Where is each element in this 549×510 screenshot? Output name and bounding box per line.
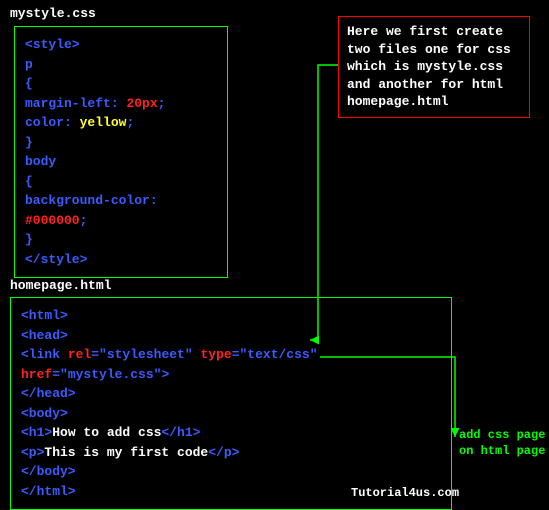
code-line: }: [25, 230, 217, 250]
code-line: margin-left: 20px;: [25, 94, 217, 114]
attr-name: type: [200, 347, 231, 362]
prop-val: #000000: [25, 213, 80, 228]
code-line: <link rel="stylesheet" type="text/css" h…: [21, 345, 441, 384]
tag-end: >: [161, 367, 169, 382]
code-line: p: [25, 55, 217, 75]
colon: :: [111, 96, 127, 111]
h1-close: </h1>: [161, 425, 200, 440]
code-line: </style>: [25, 250, 217, 270]
code-line: {: [25, 172, 217, 192]
code-line: </head>: [21, 384, 441, 404]
code-line: background-color: #000000;: [25, 191, 217, 230]
brace-open: {: [25, 174, 33, 189]
selector-p: p: [25, 57, 33, 72]
attr-val: "text/css": [240, 347, 318, 362]
body-close: </body>: [21, 464, 76, 479]
prop-name: margin-left: [25, 96, 111, 111]
watermark: Tutorial4us.com: [351, 486, 459, 500]
style-close-tag: </style>: [25, 252, 87, 267]
attr-val: "stylesheet": [99, 347, 193, 362]
colon: :: [150, 193, 158, 208]
code-line: {: [25, 74, 217, 94]
body-open: <body>: [21, 406, 68, 421]
head-close: </head>: [21, 386, 76, 401]
h1-open: <h1>: [21, 425, 52, 440]
p-close: </p>: [208, 445, 239, 460]
code-line: <body>: [21, 404, 441, 424]
prop-val: yellow: [80, 115, 127, 130]
attr-val: "mystyle.css": [60, 367, 161, 382]
code-line: <style>: [25, 35, 217, 55]
html-close: </html>: [21, 484, 76, 499]
semi: ;: [126, 115, 134, 130]
file1-label: mystyle.css: [10, 6, 96, 21]
head-open: <head>: [21, 328, 68, 343]
file2-label: homepage.html: [10, 278, 111, 293]
prop-name: background-color: [25, 193, 150, 208]
code-line: color: yellow;: [25, 113, 217, 133]
prop-name: color: [25, 115, 64, 130]
code-line: }: [25, 133, 217, 153]
eq: =: [52, 367, 60, 382]
h1-text: How to add css: [52, 425, 161, 440]
code-line: </body>: [21, 462, 441, 482]
code-line: body: [25, 152, 217, 172]
css-file-box: <style> p { margin-left: 20px; color: ye…: [14, 26, 228, 278]
eq: =: [232, 347, 240, 362]
code-line: <head>: [21, 326, 441, 346]
p-open: <p>: [21, 445, 44, 460]
selector-body: body: [25, 154, 56, 169]
p-text: This is my first code: [44, 445, 208, 460]
semi: ;: [158, 96, 166, 111]
attr-name: href: [21, 367, 52, 382]
link-tag-open: <link: [21, 347, 68, 362]
brace-close: }: [25, 232, 33, 247]
brace-open: {: [25, 76, 33, 91]
html-file-box: <html> <head> <link rel="stylesheet" typ…: [10, 297, 452, 510]
prop-val: 20px: [126, 96, 157, 111]
style-open-tag: <style>: [25, 37, 80, 52]
arrow-label-line1: add css page: [459, 428, 545, 444]
brace-close: }: [25, 135, 33, 150]
html-open: <html>: [21, 308, 68, 323]
code-line: <h1>How to add css</h1>: [21, 423, 441, 443]
arrow-label: add css page on html page: [459, 428, 545, 459]
colon: :: [64, 115, 80, 130]
code-line: <p>This is my first code</p>: [21, 443, 441, 463]
explanation-note: Here we first create two files one for c…: [338, 16, 530, 118]
attr-name: rel: [68, 347, 91, 362]
semi: ;: [80, 213, 88, 228]
arrow-label-line2: on html page: [459, 444, 545, 460]
code-line: <html>: [21, 306, 441, 326]
eq: =: [91, 347, 99, 362]
